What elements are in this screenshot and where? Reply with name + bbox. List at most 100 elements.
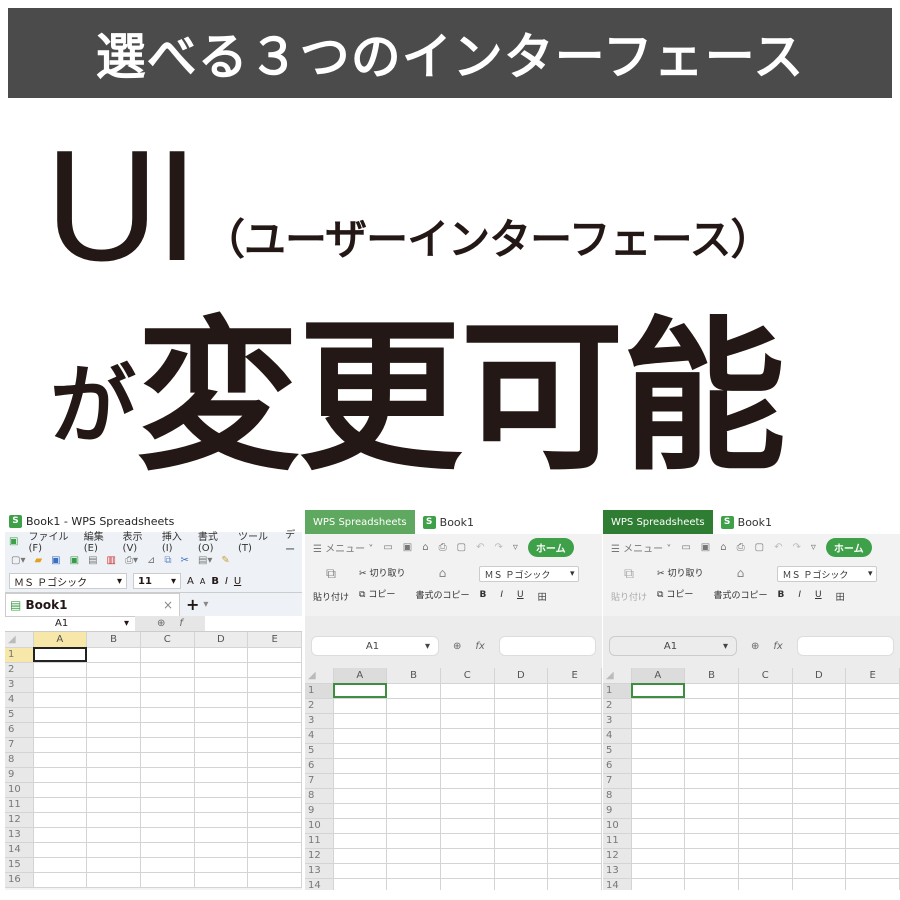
cell[interactable] xyxy=(386,728,441,744)
row-header[interactable]: 4 xyxy=(603,728,632,744)
underline-button[interactable]: U xyxy=(517,590,524,603)
cell[interactable] xyxy=(684,773,739,789)
row-header[interactable]: 3 xyxy=(603,713,632,729)
more-icon[interactable]: ▿ xyxy=(811,542,816,553)
italic-button[interactable]: I xyxy=(500,590,503,603)
cell[interactable] xyxy=(33,812,88,828)
cell[interactable] xyxy=(386,713,441,729)
cell[interactable] xyxy=(86,737,141,753)
cell[interactable] xyxy=(631,848,686,864)
cell[interactable] xyxy=(333,743,388,759)
copy-button[interactable]: ⧉ コピー xyxy=(657,587,693,600)
select-all-corner[interactable]: ◢ xyxy=(305,668,334,684)
cell[interactable] xyxy=(738,743,793,759)
cell[interactable] xyxy=(86,827,141,843)
cell[interactable] xyxy=(845,788,900,804)
cell[interactable] xyxy=(845,758,900,774)
cell[interactable] xyxy=(494,848,549,864)
cell[interactable] xyxy=(845,743,900,759)
cell[interactable] xyxy=(792,848,847,864)
cell[interactable] xyxy=(333,728,388,744)
cell[interactable] xyxy=(738,878,793,890)
menu-button[interactable]: ☰ メニュー ˅ xyxy=(611,540,671,555)
cell[interactable] xyxy=(33,737,88,753)
row-header[interactable]: 12 xyxy=(5,812,34,828)
cell[interactable] xyxy=(386,683,441,699)
cell[interactable] xyxy=(86,872,141,888)
more-icon[interactable]: ▿ xyxy=(513,542,518,553)
paste-button[interactable]: ⧉ 貼り付け xyxy=(611,566,647,610)
sheet-grid[interactable]: ◢ A B C D E 1 2 3 4 5 6 7 8 9 10 11 12 13 14 15 16 xyxy=(5,632,302,888)
file-tab[interactable]: S Book1 xyxy=(415,510,482,534)
cell[interactable] xyxy=(631,683,686,699)
cell[interactable] xyxy=(792,833,847,849)
new-icon[interactable]: ▢▾ xyxy=(11,555,25,566)
cut-button[interactable]: ✂ 切り取り xyxy=(657,566,703,579)
zoom-icon[interactable]: ⊕ xyxy=(157,618,165,629)
row-header[interactable]: 10 xyxy=(305,818,334,834)
cell[interactable] xyxy=(386,773,441,789)
paste-icon[interactable]: ▤▾ xyxy=(198,555,212,566)
cell[interactable] xyxy=(140,707,195,723)
row-header[interactable]: 1 xyxy=(5,647,34,663)
row-header[interactable]: 10 xyxy=(5,782,34,798)
cell[interactable] xyxy=(684,698,739,714)
print-preview-icon[interactable]: ▤ xyxy=(88,555,97,566)
cell[interactable] xyxy=(33,752,88,768)
cell[interactable] xyxy=(333,878,388,890)
cell[interactable] xyxy=(547,788,602,804)
menu-item[interactable]: 表示(V) xyxy=(123,528,152,554)
cell[interactable] xyxy=(494,788,549,804)
cell[interactable] xyxy=(140,662,195,678)
cell[interactable] xyxy=(738,758,793,774)
cell[interactable] xyxy=(440,803,495,819)
file-tab[interactable]: S Book1 xyxy=(713,510,780,534)
cell[interactable] xyxy=(194,827,249,843)
format-painter-button[interactable]: ⌂ 書式のコピー xyxy=(415,566,469,610)
cell[interactable] xyxy=(33,872,88,888)
cell[interactable] xyxy=(738,713,793,729)
row-header[interactable]: 3 xyxy=(5,677,34,693)
cell[interactable] xyxy=(140,722,195,738)
cell[interactable] xyxy=(194,647,249,663)
menu-item[interactable]: ツール(T) xyxy=(238,528,275,554)
cell[interactable] xyxy=(33,767,88,783)
cell[interactable] xyxy=(631,758,686,774)
cell[interactable] xyxy=(194,677,249,693)
cell[interactable] xyxy=(738,683,793,699)
cell[interactable] xyxy=(738,818,793,834)
cell[interactable] xyxy=(845,878,900,890)
paste-button[interactable]: ⧉ 貼り付け xyxy=(313,566,349,610)
cell[interactable] xyxy=(547,818,602,834)
cell[interactable] xyxy=(333,758,388,774)
cell[interactable] xyxy=(86,707,141,723)
cell[interactable] xyxy=(247,722,302,738)
cell[interactable] xyxy=(247,692,302,708)
cell[interactable] xyxy=(494,833,549,849)
cell[interactable] xyxy=(845,803,900,819)
column-header[interactable]: D xyxy=(494,668,549,684)
cell[interactable] xyxy=(547,743,602,759)
cell[interactable] xyxy=(684,758,739,774)
cell[interactable] xyxy=(440,713,495,729)
cell[interactable] xyxy=(494,698,549,714)
cut-button[interactable]: ✂ 切り取り xyxy=(359,566,405,579)
cell[interactable] xyxy=(247,857,302,873)
cell[interactable] xyxy=(494,683,549,699)
row-header[interactable]: 14 xyxy=(305,878,334,890)
cell[interactable] xyxy=(631,833,686,849)
cell[interactable] xyxy=(194,692,249,708)
cell[interactable] xyxy=(792,713,847,729)
cell[interactable] xyxy=(247,872,302,888)
cell[interactable] xyxy=(440,818,495,834)
menu-item[interactable]: 挿入(I) xyxy=(162,528,188,554)
cell[interactable] xyxy=(194,872,249,888)
cell[interactable] xyxy=(86,677,141,693)
cell[interactable] xyxy=(333,863,388,879)
cell[interactable] xyxy=(631,863,686,879)
row-header[interactable]: 5 xyxy=(305,743,334,759)
underline-button[interactable]: U xyxy=(815,590,822,603)
cell[interactable] xyxy=(194,797,249,813)
save-icon[interactable]: ▣ xyxy=(403,542,412,553)
cell[interactable] xyxy=(86,692,141,708)
